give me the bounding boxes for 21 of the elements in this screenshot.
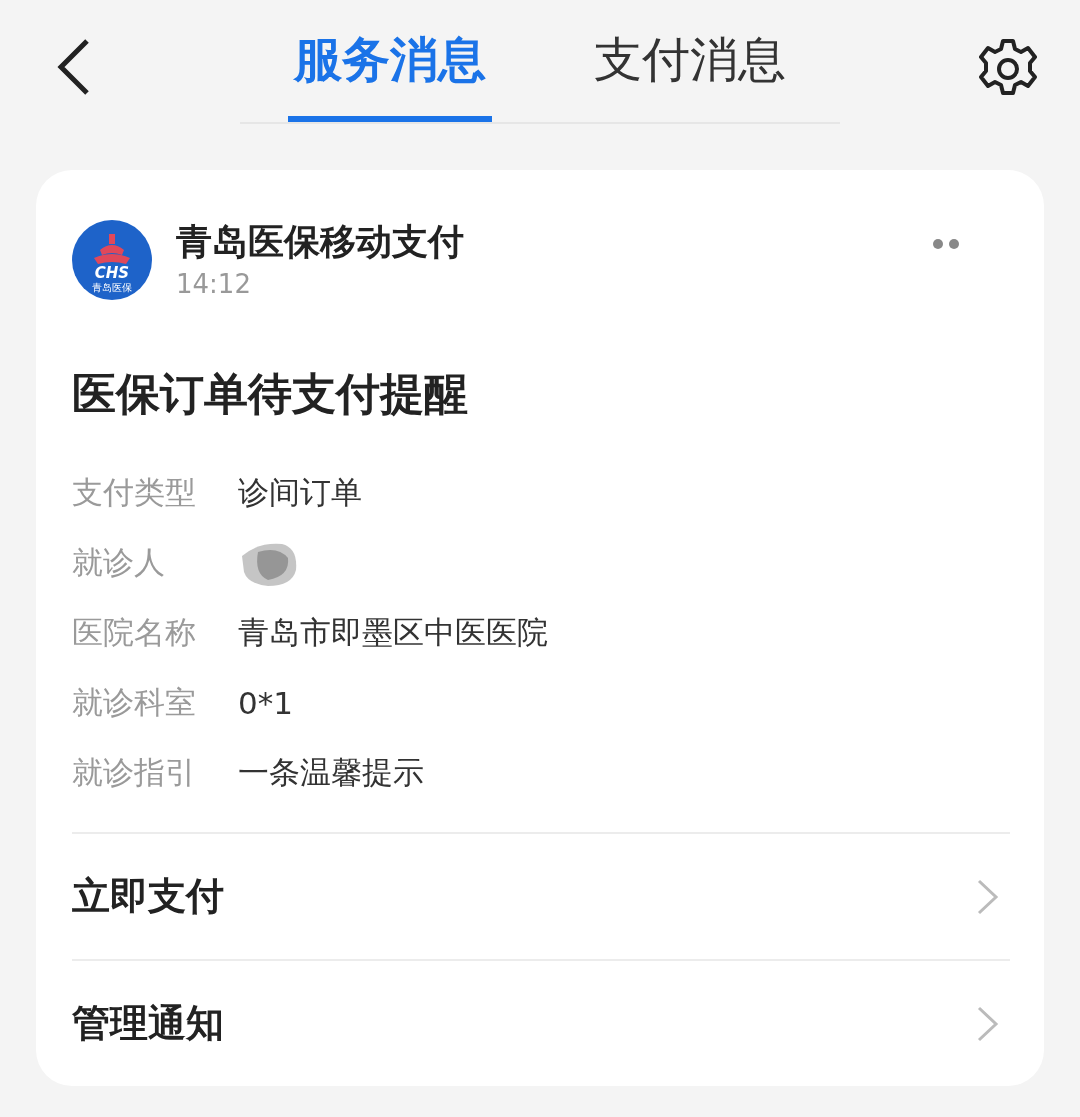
- message-time: 14:12: [176, 268, 252, 301]
- action-row[interactable]: 立即支付: [72, 832, 1010, 959]
- field-value: 0*1: [238, 685, 293, 721]
- tab[interactable]: 服务消息: [288, 26, 492, 122]
- field-label: 就诊指引: [72, 753, 197, 792]
- chevron-icon: [976, 877, 1000, 916]
- message-title: 医保订单待支付提醒: [72, 367, 469, 421]
- field-value: 青岛市即墨区中医医院: [238, 613, 548, 652]
- field-label: 就诊科室: [72, 683, 197, 722]
- field-value: 一条温馨提示: [238, 753, 424, 792]
- chevron-icon: [976, 1004, 1000, 1043]
- field-value: 诊间订单: [238, 473, 362, 512]
- field-label: 支付类型: [72, 473, 197, 512]
- tab[interactable]: 支付消息: [588, 26, 792, 122]
- action-row[interactable]: 管理通知: [72, 959, 1010, 1086]
- logo-icon: CHS 青岛医保: [72, 220, 152, 300]
- back-icon: [55, 36, 91, 97]
- more-icon[interactable]: [932, 238, 960, 250]
- sender-name: 青岛医保移动支付: [176, 220, 464, 264]
- field-label: 医院名称: [72, 613, 197, 652]
- field-label: 就诊人: [72, 543, 166, 582]
